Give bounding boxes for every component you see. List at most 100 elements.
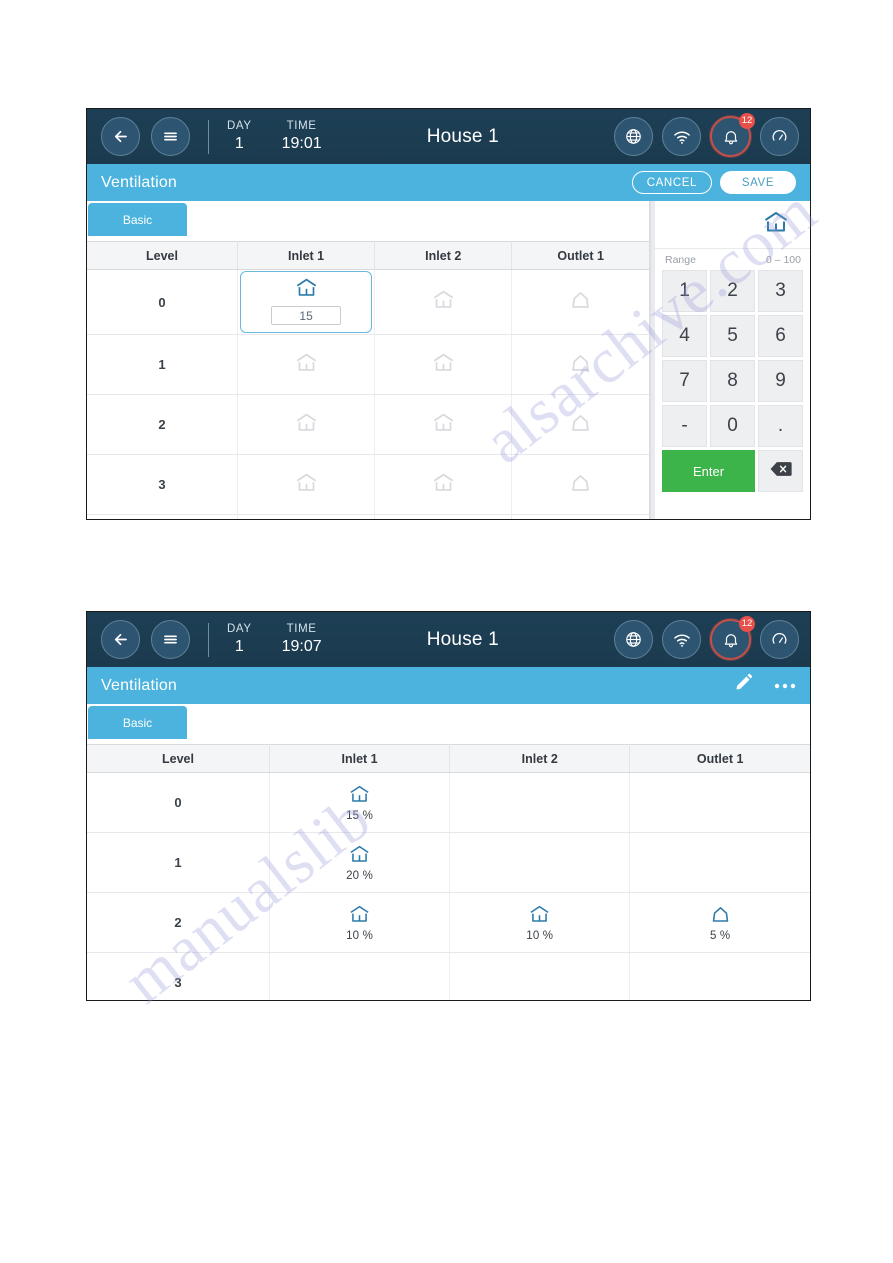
ventilation-table-wrap[interactable]: Level Inlet 1 Inlet 2 Outlet 1 0 15 % 1 … xyxy=(87,744,810,1000)
key-3[interactable]: 3 xyxy=(758,270,803,312)
col-header-outlet1: Outlet 1 xyxy=(629,744,810,773)
inlet-value-group: 20 % xyxy=(271,844,448,882)
key-9[interactable]: 9 xyxy=(758,360,803,402)
key-minus[interactable]: - xyxy=(662,405,707,447)
inlet-house-icon-placeholder xyxy=(431,413,456,437)
inlet-house-icon xyxy=(762,210,790,239)
table-row: 0 15 xyxy=(87,269,649,335)
level-value: 2 xyxy=(87,394,238,455)
outlet-value-group: 5 % xyxy=(631,904,809,942)
navbar-status-icons: 12 xyxy=(614,616,802,660)
key-5[interactable]: 5 xyxy=(710,315,755,357)
wifi-button[interactable] xyxy=(662,620,701,659)
table-region: Basic Level Inlet 1 Inlet 2 Outlet 1 0 1… xyxy=(87,201,651,519)
cell-outlet1[interactable] xyxy=(629,772,810,833)
back-button[interactable] xyxy=(101,620,140,659)
pencil-edit-icon[interactable] xyxy=(733,673,754,699)
key-4[interactable]: 4 xyxy=(662,315,707,357)
gauge-button[interactable] xyxy=(760,117,799,156)
cell-outlet1[interactable] xyxy=(629,952,810,1000)
tab-strip: Basic xyxy=(87,704,810,744)
wifi-icon xyxy=(672,127,692,147)
save-button[interactable]: SAVE xyxy=(720,171,796,194)
cell-inlet2[interactable] xyxy=(449,832,631,893)
arrow-left-icon xyxy=(111,630,130,649)
cell-inlet2[interactable] xyxy=(374,394,513,455)
key-1[interactable]: 1 xyxy=(662,270,707,312)
enter-button[interactable]: Enter xyxy=(662,450,755,492)
navbar-status-icons: 12 xyxy=(614,113,802,157)
tab-basic[interactable]: Basic xyxy=(88,203,187,236)
cell-inlet2[interactable] xyxy=(449,772,631,833)
inlet-edit-box[interactable]: 15 xyxy=(240,271,373,333)
globe-button[interactable] xyxy=(614,620,653,659)
menu-button[interactable] xyxy=(151,620,190,659)
cell-outlet1[interactable] xyxy=(511,269,649,335)
cell-inlet1[interactable] xyxy=(237,454,376,515)
cell-outlet1[interactable] xyxy=(511,394,649,455)
ventilation-table-wrap[interactable]: Level Inlet 1 Inlet 2 Outlet 1 0 15 1 2 … xyxy=(87,241,649,519)
col-header-level: Level xyxy=(87,241,238,270)
cell-inlet1[interactable]: 10 % xyxy=(269,892,451,953)
key-2[interactable]: 2 xyxy=(710,270,755,312)
globe-button[interactable] xyxy=(614,117,653,156)
inlet-value-group: 10 % xyxy=(451,904,628,942)
cell-inlet1[interactable] xyxy=(269,952,451,1000)
top-navbar: DAY 1 TIME 19:01 House 1 12 xyxy=(87,109,810,164)
gauge-button[interactable] xyxy=(760,620,799,659)
cell-inlet2[interactable] xyxy=(374,334,513,395)
time-value: 19:07 xyxy=(281,638,322,655)
cell-inlet1[interactable] xyxy=(237,514,376,519)
cell-inlet2[interactable] xyxy=(374,454,513,515)
col-header-level: Level xyxy=(87,744,270,773)
key-8[interactable]: 8 xyxy=(710,360,755,402)
wifi-button[interactable] xyxy=(662,117,701,156)
alarm-button[interactable]: 12 xyxy=(710,616,755,660)
cell-inlet1[interactable] xyxy=(237,394,376,455)
cell-outlet1[interactable] xyxy=(511,454,649,515)
alarm-button[interactable]: 12 xyxy=(710,113,755,157)
ventilation-table: Level Inlet 1 Inlet 2 Outlet 1 0 15 1 2 … xyxy=(87,241,649,519)
cell-inlet1[interactable] xyxy=(237,334,376,395)
cell-inlet1-selected[interactable]: 15 xyxy=(237,269,376,335)
cell-inlet2[interactable] xyxy=(374,514,513,519)
backspace-button[interactable] xyxy=(758,450,803,492)
cell-outlet1[interactable]: 5 % xyxy=(629,892,810,953)
range-value: 0 – 100 xyxy=(765,253,801,266)
inlet1-percent: 15 % xyxy=(346,809,374,822)
cell-inlet1[interactable]: 20 % xyxy=(269,832,451,893)
key-0[interactable]: 0 xyxy=(710,405,755,447)
col-header-outlet1: Outlet 1 xyxy=(511,241,649,270)
cell-outlet1[interactable] xyxy=(629,832,810,893)
keypad-grid: 1 2 3 4 5 6 7 8 9 - 0 . xyxy=(655,270,810,447)
cancel-button[interactable]: CANCEL xyxy=(631,171,712,194)
cell-inlet2[interactable]: 10 % xyxy=(449,892,631,953)
table-row: 2 xyxy=(87,394,649,455)
menu-button[interactable] xyxy=(151,117,190,156)
key-decimal[interactable]: . xyxy=(758,405,803,447)
cell-outlet1[interactable] xyxy=(511,514,649,519)
outlet-house-icon-placeholder xyxy=(568,474,593,497)
outlet-house-icon-placeholder xyxy=(568,292,593,314)
key-7[interactable]: 7 xyxy=(662,360,707,402)
day-value: 1 xyxy=(234,135,244,152)
bell-icon xyxy=(722,631,740,649)
day-block: DAY 1 xyxy=(227,119,252,154)
navbar-divider xyxy=(208,119,209,154)
back-button[interactable] xyxy=(101,117,140,156)
time-value: 19:01 xyxy=(281,135,322,152)
cell-inlet2[interactable] xyxy=(449,952,631,1000)
tab-basic[interactable]: Basic xyxy=(88,706,187,739)
inlet-value-group: 10 % xyxy=(271,904,448,942)
key-6[interactable]: 6 xyxy=(758,315,803,357)
numeric-keypad: Range 0 – 100 1 2 3 4 5 6 7 8 9 - 0 . En… xyxy=(655,201,810,519)
more-options-icon[interactable] xyxy=(774,677,796,695)
globe-icon xyxy=(624,127,643,146)
cell-outlet1[interactable] xyxy=(511,334,649,395)
cell-inlet1[interactable]: 15 % xyxy=(269,772,451,833)
col-header-inlet1: Inlet 1 xyxy=(269,744,451,773)
inlet-value-input[interactable]: 15 xyxy=(271,306,342,325)
cell-inlet2[interactable] xyxy=(374,269,513,335)
inlet-house-icon xyxy=(348,904,371,929)
table-row: 2 10 % 10 % 5 % xyxy=(87,892,810,953)
